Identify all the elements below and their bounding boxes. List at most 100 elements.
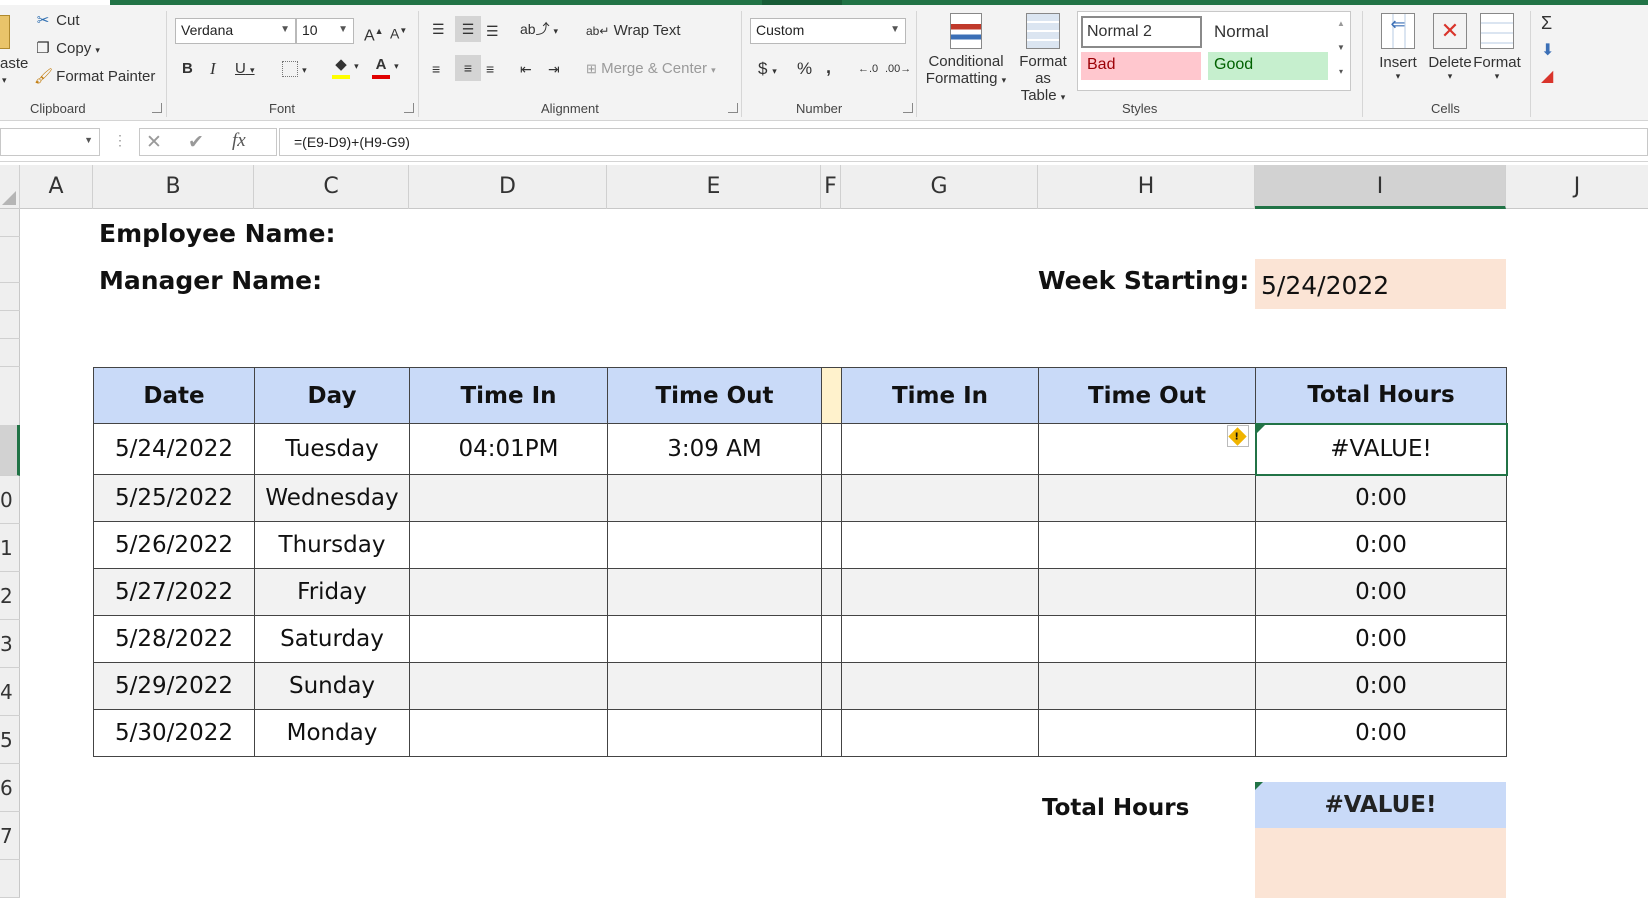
header-day[interactable]: Day (254, 367, 410, 424)
align-bottom-button[interactable]: ☰ (486, 21, 499, 41)
font-color-button[interactable]: A ▾ (372, 55, 399, 79)
time-in-1-cell[interactable] (409, 521, 608, 569)
merge-center-button[interactable]: ⊞ Merge & Center ▾ (586, 59, 716, 80)
total-hours-cell[interactable]: 0:00 (1255, 521, 1507, 569)
total-hours-cell[interactable]: 0:00 (1255, 662, 1507, 710)
time-in-1-cell[interactable] (409, 568, 608, 616)
column-header-i[interactable]: I (1255, 165, 1506, 209)
total-hours-cell[interactable]: 0:00 (1255, 615, 1507, 663)
percent-button[interactable]: % (797, 59, 812, 79)
row-header[interactable]: 0 (0, 476, 20, 524)
row-header[interactable]: 7 (0, 812, 20, 860)
currency-button[interactable]: $ ▾ (758, 59, 777, 81)
day-cell[interactable]: Monday (254, 709, 410, 757)
column-header-g[interactable]: G (841, 165, 1038, 209)
decrease-indent-button[interactable]: ⇤ (520, 59, 532, 79)
row-header[interactable]: 4 (0, 668, 20, 716)
fill-button[interactable]: ⬇ (1541, 41, 1554, 61)
align-left-button[interactable]: ≡ (432, 59, 440, 79)
row-header[interactable] (0, 237, 20, 283)
align-top-button[interactable]: ☰ (432, 19, 445, 39)
insert-function-icon[interactable]: fx (232, 130, 246, 152)
date-cell[interactable]: 5/25/2022 (93, 474, 255, 522)
column-header-d[interactable]: D (409, 165, 607, 209)
time-out-2-cell[interactable] (1038, 568, 1256, 616)
day-cell[interactable]: Sunday (254, 662, 410, 710)
column-header-a[interactable]: A (20, 165, 93, 209)
day-cell[interactable]: Saturday (254, 615, 410, 663)
time-out-1-cell[interactable] (607, 474, 822, 522)
font-size-select[interactable]: 10 ▼ (296, 18, 354, 44)
week-starting-value[interactable]: 5/24/2022 (1255, 259, 1506, 309)
row-header[interactable]: 2 (0, 572, 20, 620)
date-cell[interactable]: 5/29/2022 (93, 662, 255, 710)
delete-cells-button[interactable]: ✕ Delete ▾ (1424, 13, 1476, 82)
borders-button[interactable]: ▾ (282, 59, 307, 80)
format-cells-button[interactable]: Format ▾ (1470, 13, 1524, 82)
insert-cells-button[interactable]: ⇐ Insert ▾ (1372, 13, 1424, 82)
align-center-button[interactable]: ≡ (455, 55, 481, 81)
row-header[interactable] (0, 339, 20, 367)
header-total-hours[interactable]: Total Hours (1255, 367, 1507, 424)
day-cell[interactable]: Thursday (254, 521, 410, 569)
time-out-1-cell[interactable] (607, 615, 822, 663)
total-hours-cell[interactable]: 0:00 (1255, 568, 1507, 616)
increase-decimal-button[interactable]: ←.0 (858, 59, 878, 79)
total-hours-extra-cell[interactable] (1255, 828, 1506, 898)
number-launcher[interactable] (903, 103, 913, 113)
grow-font-button[interactable]: A▲ (364, 21, 384, 46)
total-hours-cell[interactable]: 0:00 (1255, 709, 1507, 757)
date-cell[interactable]: 5/28/2022 (93, 615, 255, 663)
total-hours-value[interactable]: #VALUE! (1255, 782, 1506, 828)
cancel-icon[interactable]: ✕ (146, 131, 162, 154)
column-header-e[interactable]: E (607, 165, 821, 209)
row-header-selected[interactable] (0, 425, 20, 476)
enter-icon[interactable]: ✔ (188, 131, 204, 154)
row-header[interactable]: 6 (0, 764, 20, 812)
total-hours-cell-selected[interactable]: #VALUE! (1254, 422, 1508, 476)
time-in-2-cell[interactable] (841, 615, 1039, 663)
conditional-formatting-button[interactable]: Conditional Formatting ▾ (924, 13, 1008, 87)
comma-button[interactable]: , (826, 57, 831, 77)
time-in-2-cell[interactable] (841, 423, 1039, 475)
time-in-2-cell[interactable] (841, 662, 1039, 710)
header-time-in-1[interactable]: Time In (409, 367, 608, 424)
bold-button[interactable]: B (182, 59, 193, 79)
font-launcher[interactable] (404, 103, 414, 113)
align-middle-button[interactable]: ☰ (455, 16, 481, 42)
time-out-2-cell[interactable] (1038, 615, 1256, 663)
day-cell[interactable]: Tuesday (254, 423, 410, 475)
day-cell[interactable]: Wednesday (254, 474, 410, 522)
alignment-launcher[interactable] (728, 103, 738, 113)
time-in-2-cell[interactable] (841, 474, 1039, 522)
date-cell[interactable]: 5/24/2022 (93, 423, 255, 475)
header-time-out-2[interactable]: Time Out (1038, 367, 1256, 424)
column-header-b[interactable]: B (93, 165, 254, 209)
header-time-out-1[interactable]: Time Out (607, 367, 822, 424)
fill-color-button[interactable]: ◆ ▾ (332, 55, 359, 79)
row-header[interactable] (0, 209, 20, 237)
time-in-1-cell[interactable] (409, 474, 608, 522)
time-in-1-cell[interactable]: 04:01PM (409, 423, 608, 475)
style-normal[interactable]: Normal (1208, 16, 1328, 48)
date-cell[interactable]: 5/27/2022 (93, 568, 255, 616)
select-all-corner[interactable] (0, 165, 20, 209)
time-out-2-cell[interactable] (1038, 662, 1256, 710)
time-out-2-cell[interactable]: ! (1038, 423, 1256, 475)
row-header[interactable]: 5 (0, 716, 20, 764)
format-painter-button[interactable]: 🖌 Format Painter (34, 67, 155, 87)
shrink-font-button[interactable]: A▼ (390, 21, 407, 44)
italic-button[interactable]: I (210, 59, 216, 79)
style-good[interactable]: Good (1208, 52, 1328, 80)
date-cell[interactable]: 5/30/2022 (93, 709, 255, 757)
header-date[interactable]: Date (93, 367, 255, 424)
total-hours-cell[interactable]: 0:00 (1255, 474, 1507, 522)
paste-button[interactable]: aste ▾ (0, 15, 28, 95)
styles-scroll-down[interactable]: ▼ (1333, 37, 1349, 59)
time-in-2-cell[interactable] (841, 521, 1039, 569)
align-right-button[interactable]: ≡ (486, 59, 494, 79)
copy-button[interactable]: ❐ Copy ▾ (34, 39, 100, 60)
column-header-f[interactable]: F (821, 165, 841, 209)
header-time-in-2[interactable]: Time In (841, 367, 1039, 424)
wrap-text-button[interactable]: ab↵ Wrap Text (586, 21, 681, 41)
